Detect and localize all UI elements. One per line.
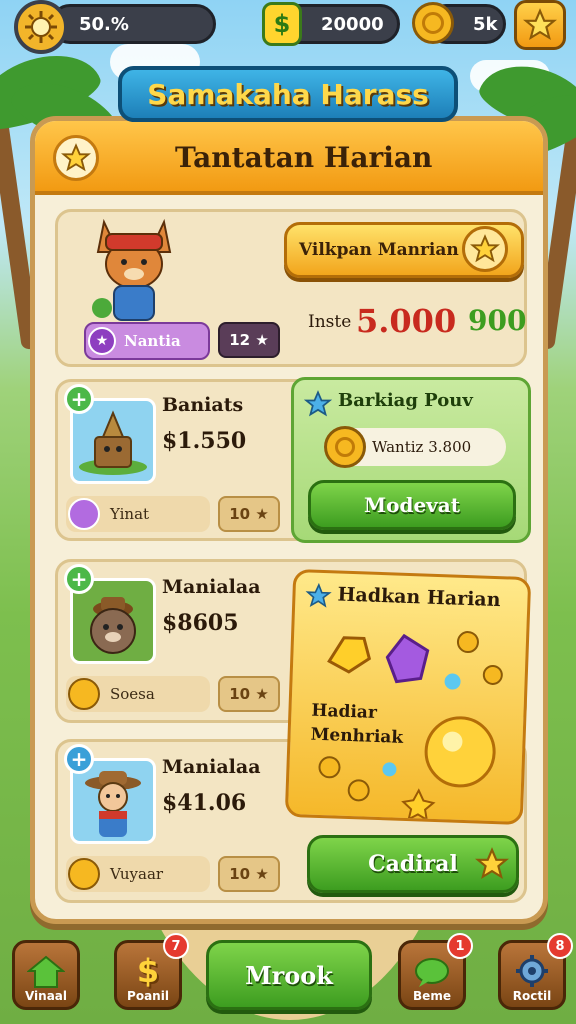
coin-value: 5k xyxy=(473,13,498,35)
star-icon xyxy=(305,582,332,608)
star-icon xyxy=(53,135,99,181)
add-icon[interactable]: + xyxy=(64,384,94,414)
nav-shop-button[interactable]: $ Poanil 7 xyxy=(114,933,189,1010)
coin-icon xyxy=(68,858,100,890)
nav-settings-button[interactable]: Roctil 8 xyxy=(498,933,573,1010)
item-badge: 10 ★ xyxy=(218,856,280,892)
house-icon xyxy=(27,955,65,988)
chat-bubble-icon xyxy=(415,958,449,987)
favorites-star-button[interactable] xyxy=(514,0,566,50)
ranking-title: Barkiag Pouv xyxy=(338,390,473,411)
nav-chat-button[interactable]: Beme 1 xyxy=(398,933,473,1010)
nav-label: Vinaal xyxy=(24,989,68,1003)
panel-header: Tantatan Harian xyxy=(35,121,543,195)
banner-title: Samakaha Harass xyxy=(147,77,429,111)
ranking-card: Barkiag Pouv Wantiz 3.800 Modevat xyxy=(291,377,531,543)
add-icon[interactable]: + xyxy=(64,564,94,594)
panel-title: Tantatan Harian xyxy=(175,141,433,174)
item-name: Manialaa xyxy=(162,576,261,598)
notification-badge: 7 xyxy=(163,933,189,959)
notification-badge: 1 xyxy=(447,933,473,959)
event-banner: Samakaha Harass xyxy=(118,66,458,122)
item-name: Baniats xyxy=(162,394,244,416)
daily-reward-card[interactable]: Hadkan Harian Hadiar Menhriak xyxy=(284,568,532,826)
nav-label: Roctil xyxy=(512,989,552,1003)
daily-reward-subtitle-2: Menhriak xyxy=(310,724,404,748)
bonus-value: 900 xyxy=(468,304,527,337)
coin-icon xyxy=(68,678,100,710)
progress-pill: 50.% xyxy=(50,4,216,44)
daily-reward-title: Hadkan Harian xyxy=(337,583,501,612)
ranking-action-button[interactable]: Modevat xyxy=(308,480,516,530)
daily-challenge-panel: Tantatan Harian Nantia ★ 12 ★ Vilkpan Ma… xyxy=(30,116,548,924)
cash-icon: $ xyxy=(262,2,302,46)
item-badge: 10 ★ xyxy=(218,676,280,712)
nav-home-button[interactable]: Vinaal xyxy=(12,940,80,1010)
add-icon[interactable]: + xyxy=(64,744,94,774)
sun-gear-icon xyxy=(25,11,57,43)
fox-character-icon xyxy=(84,212,184,324)
star-icon xyxy=(475,847,509,880)
daily-reward-subtitle-1: Hadiar xyxy=(311,700,378,723)
item-badge: 10 ★ xyxy=(218,496,280,532)
star-icon xyxy=(304,390,332,417)
item-price: $8605 xyxy=(162,610,239,636)
notification-badge: 8 xyxy=(547,933,573,959)
settings-sun-button[interactable] xyxy=(14,0,68,54)
cash-value: 20000 xyxy=(321,13,384,35)
progress-text: 50.% xyxy=(79,13,129,35)
star-icon xyxy=(462,226,508,272)
price-value: 5.000 xyxy=(356,302,457,340)
nav-label: Poanil xyxy=(127,989,169,1003)
coin-icon xyxy=(324,426,366,468)
coin-icon xyxy=(412,2,454,44)
price-label: Inste xyxy=(308,312,352,332)
purple-star-icon: ★ xyxy=(88,327,116,355)
item-name: Manialaa xyxy=(162,756,261,778)
featured-badge: 12 ★ xyxy=(218,322,280,358)
nav-center-button[interactable]: Mrook xyxy=(206,940,372,1010)
item-price: $41.06 xyxy=(162,790,247,816)
purple-gem-icon xyxy=(68,498,100,530)
star-icon xyxy=(523,8,557,41)
gear-icon xyxy=(516,955,548,987)
dollar-icon: $ xyxy=(136,952,160,990)
nav-label: Beme xyxy=(413,989,451,1003)
item-price: $1.550 xyxy=(162,428,247,454)
featured-card: Nantia ★ 12 ★ Vilkpan Manrian Inste 5.00… xyxy=(55,209,527,367)
